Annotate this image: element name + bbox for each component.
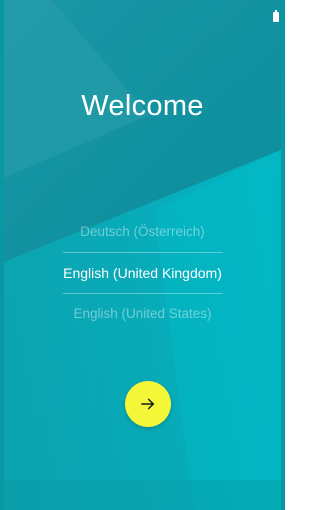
welcome-title: Welcome [81, 90, 204, 122]
language-option-deutsch-osterreich[interactable]: Deutsch (Österreich) [4, 212, 281, 252]
status-bar [4, 0, 281, 24]
battery-icon [273, 10, 279, 22]
language-option-english-us[interactable]: English (United States) [4, 294, 281, 334]
next-button[interactable] [125, 381, 171, 427]
language-option-english-uk[interactable]: English (United Kingdom) [4, 253, 281, 293]
welcome-panel: Welcome Deutsch (Österreich) English (Un… [4, 0, 281, 510]
language-picker[interactable]: Deutsch (Österreich) English (United Kin… [4, 212, 281, 334]
arrow-right-icon [141, 398, 155, 410]
setup-screen: Welcome Deutsch (Österreich) English (Un… [0, 0, 285, 510]
